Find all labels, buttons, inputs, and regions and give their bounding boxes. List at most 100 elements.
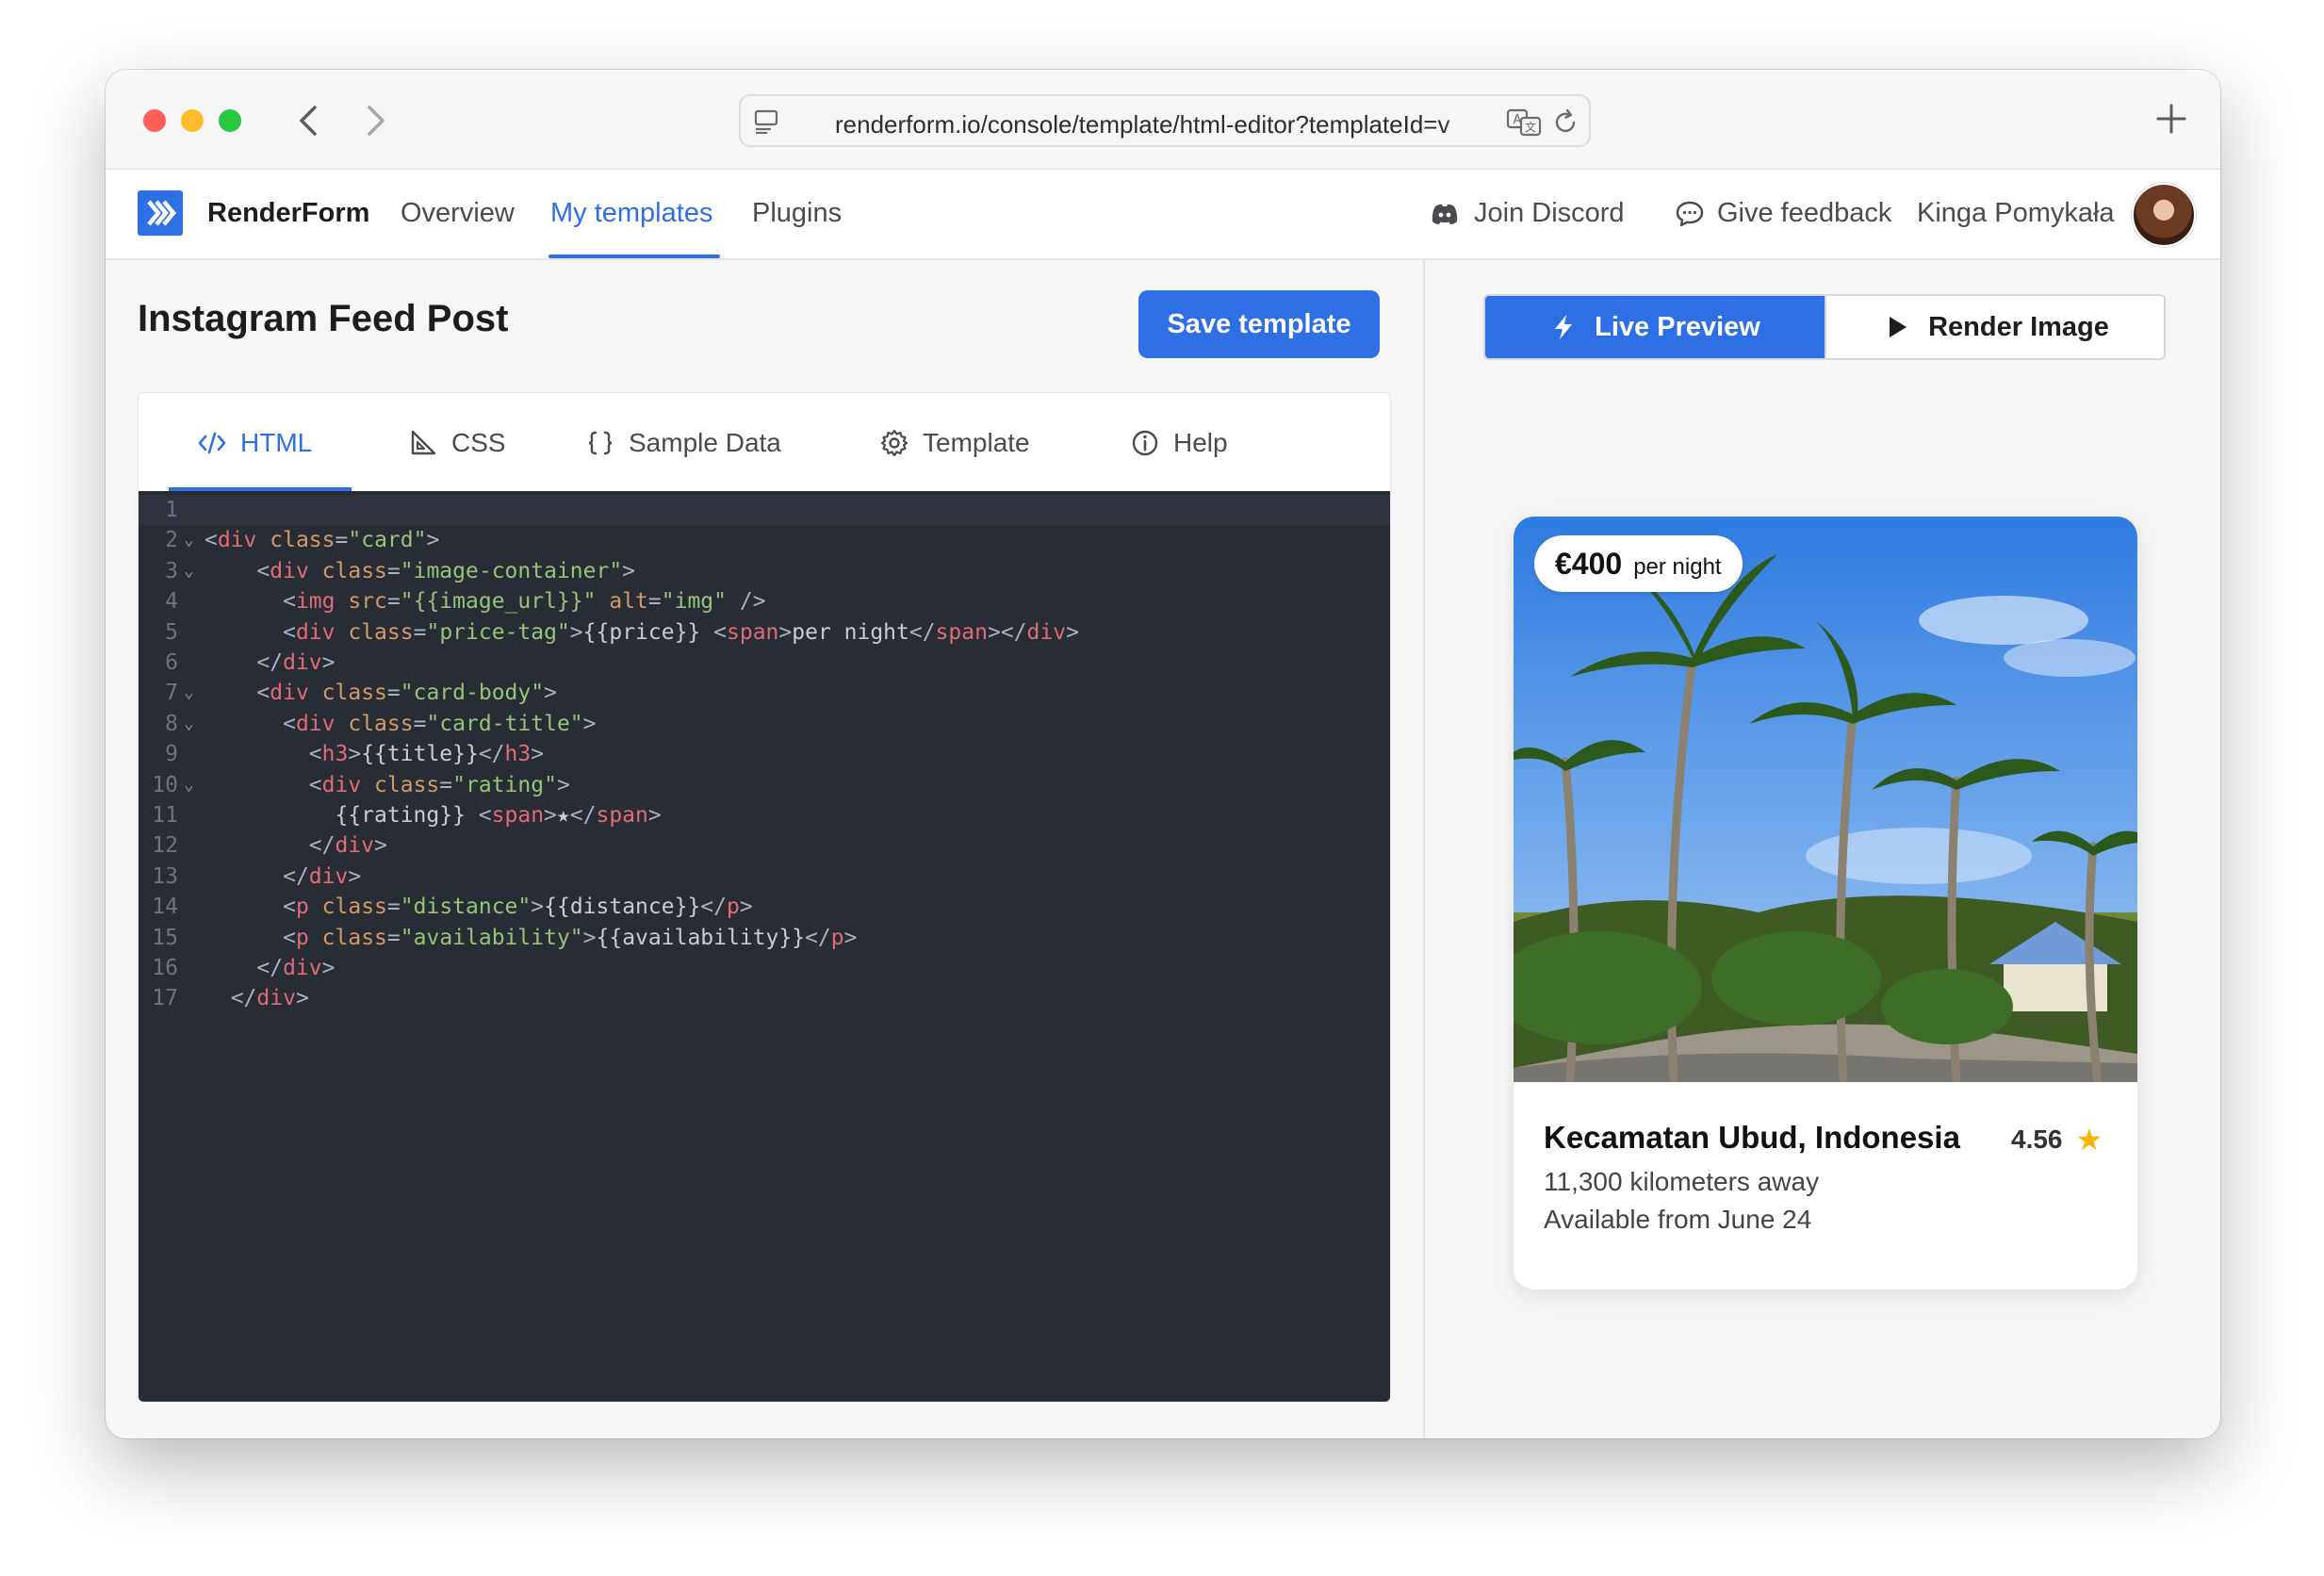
zoom-window-button[interactable] [219, 109, 241, 132]
line-number: 16 [152, 956, 178, 980]
save-template-button[interactable]: Save template [1138, 290, 1380, 358]
line-number: 7 [165, 681, 178, 706]
preview-card: €400 per night Kecamatan Ubud, Indonesia… [1514, 517, 2137, 1289]
code-text: <div class="card"> [205, 528, 440, 553]
user-name[interactable]: Kinga Pomykała [1917, 198, 2115, 229]
tab-help[interactable]: Help [1130, 427, 1228, 459]
preview-panel: Live Preview Render Image €400 per night… [1427, 260, 2220, 1438]
fold-chevron-icon[interactable]: ⌄ [184, 709, 194, 739]
code-line[interactable]: 17 </div> [139, 983, 1390, 1013]
line-number: 12 [152, 833, 178, 859]
nav-my-templates[interactable]: My templates [550, 198, 712, 229]
code-icon [198, 432, 226, 454]
fold-chevron-icon[interactable]: ⌄ [184, 678, 194, 708]
tab-template[interactable]: Template [879, 427, 1030, 459]
code-line[interactable]: 6 </div> [139, 648, 1390, 678]
rating-value: 4.56 [2011, 1125, 2063, 1154]
code-line[interactable]: 14 <p class="distance">{{distance}}</p> [139, 892, 1390, 922]
line-number: 14 [152, 895, 178, 920]
price-value: €400 [1555, 547, 1623, 581]
nav-overview[interactable]: Overview [401, 198, 515, 229]
code-editor[interactable]: 1 2 ⌄ <div class="card"> 3 ⌄ <div class="imag… [139, 491, 1390, 1402]
code-line[interactable]: 8 ⌄ <div class="card-title"> [139, 709, 1390, 739]
brand-name[interactable]: RenderForm [207, 198, 369, 229]
address-bar[interactable]: renderform.io/console/template/html-edit… [739, 94, 1591, 147]
back-arrow-icon[interactable] [290, 98, 328, 143]
code-line[interactable]: 2 ⌄ <div class="card"> [139, 525, 1390, 555]
tab-help-label: Help [1173, 428, 1228, 457]
listing-availability: Available from June 24 [1544, 1205, 1812, 1234]
url-text[interactable]: renderform.io/console/template/html-edit… [835, 110, 1495, 139]
code-text: </div> [230, 986, 309, 1011]
tab-sample-data[interactable]: Sample Data [585, 427, 781, 459]
code-line[interactable]: 4 <img src="{{image_url}}" alt="img" /> [139, 586, 1390, 616]
user-avatar[interactable] [2132, 183, 2196, 247]
reload-icon[interactable] [1551, 108, 1579, 137]
code-line[interactable]: 16 </div> [139, 953, 1390, 983]
code-text: </div> [283, 863, 362, 889]
fold-chevron-icon[interactable]: ⌄ [184, 770, 194, 800]
listing-photo [1514, 517, 2137, 1082]
code-text: <p class="distance">{{distance}}</p> [283, 895, 753, 920]
editor-card: HTML CSS Sample Data Template Help 1 2 ⌄… [138, 392, 1391, 1403]
braces-icon [588, 431, 613, 455]
line-number: 13 [152, 863, 178, 889]
minimize-window-button[interactable] [181, 109, 204, 132]
code-text: </div> [256, 956, 336, 980]
code-line[interactable]: 11 {{rating}} <span>★</span> [139, 800, 1390, 830]
tab-template-label: Template [923, 428, 1030, 457]
code-text: <h3>{{title}}</h3> [308, 742, 545, 767]
set-square-icon [411, 430, 436, 455]
code-line[interactable]: 7 ⌄ <div class="card-body"> [139, 678, 1390, 708]
line-number: 5 [165, 619, 178, 645]
close-window-button[interactable] [143, 109, 166, 132]
tab-css[interactable]: CSS [408, 427, 506, 459]
browser-window: renderform.io/console/template/html-edit… [106, 70, 2220, 1438]
code-text: </div> [308, 833, 387, 859]
gear-icon [880, 429, 908, 457]
editor-panel: Instagram Feed Post Save template HTML C… [106, 260, 1425, 1438]
info-icon [1132, 430, 1158, 456]
code-text: <img src="{{image_url}}" alt="img" /> [283, 589, 766, 615]
live-preview-button[interactable]: Live Preview [1485, 296, 1825, 358]
give-feedback-link[interactable]: Give feedback [1717, 198, 1891, 229]
speech-bubble-icon[interactable] [1674, 198, 1706, 230]
line-number: 9 [165, 742, 178, 767]
code-line[interactable]: 9 <h3>{{title}}</h3> [139, 739, 1390, 769]
line-number: 11 [152, 803, 178, 828]
code-text: <div class="rating"> [308, 772, 570, 797]
lightning-icon [1555, 315, 1573, 339]
code-line[interactable]: 5 <div class="price-tag">{{price}} <span… [139, 617, 1390, 648]
render-image-button[interactable]: Render Image [1825, 296, 2164, 358]
line-number: 4 [165, 589, 178, 615]
code-line[interactable]: 1 [139, 495, 1390, 525]
fold-chevron-icon[interactable]: ⌄ [184, 556, 194, 586]
discord-icon[interactable] [1429, 198, 1461, 230]
renderform-logo-icon[interactable] [138, 190, 183, 236]
line-number: 6 [165, 650, 178, 675]
code-line[interactable]: 15 <p class="availability">{{availabilit… [139, 923, 1390, 953]
join-discord-link[interactable]: Join Discord [1474, 198, 1625, 229]
code-text: <p class="availability">{{availability}}… [283, 925, 858, 950]
code-text: <div class="card-title"> [283, 711, 597, 736]
active-nav-indicator [548, 254, 720, 258]
code-line[interactable]: 12 </div> [139, 830, 1390, 861]
code-text: <div class="image-container"> [256, 558, 636, 583]
preview-mode-toggle: Live Preview Render Image [1483, 294, 2166, 360]
line-number: 3 [165, 558, 178, 583]
fold-chevron-icon[interactable]: ⌄ [184, 525, 194, 555]
site-settings-icon[interactable] [754, 109, 780, 134]
translate-icon[interactable]: A文 [1506, 107, 1544, 138]
code-line[interactable]: 10 ⌄ <div class="rating"> [139, 770, 1390, 800]
code-line[interactable]: 13 </div> [139, 862, 1390, 892]
line-number: 17 [152, 986, 178, 1011]
tab-html[interactable]: HTML [197, 427, 312, 459]
new-tab-icon[interactable] [2154, 102, 2188, 136]
price-unit: per night [1633, 554, 1722, 580]
code-line[interactable]: 3 ⌄ <div class="image-container"> [139, 556, 1390, 586]
page-title: Instagram Feed Post [138, 298, 509, 339]
forward-arrow-icon[interactable] [356, 98, 394, 143]
line-number: 10 [152, 772, 178, 797]
tab-sample-data-label: Sample Data [629, 428, 781, 457]
nav-plugins[interactable]: Plugins [752, 198, 842, 229]
